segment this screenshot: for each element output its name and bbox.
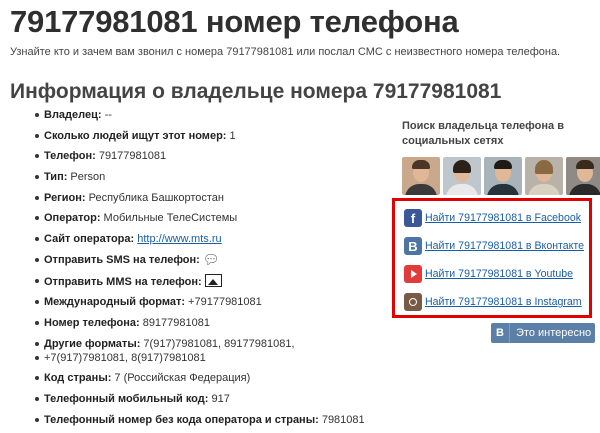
info-item-searchers: Сколько людей ищут этот номер: 1 bbox=[35, 129, 374, 143]
youtube-search-link[interactable]: Найти 79177981081 в Youtube bbox=[425, 268, 573, 280]
avatar[interactable] bbox=[402, 157, 440, 195]
avatar[interactable] bbox=[443, 157, 481, 195]
picture-icon[interactable] bbox=[204, 273, 222, 287]
info-item-country-code: Код страны: 7 (Российская Федерация) bbox=[35, 371, 374, 385]
vkontakte-icon[interactable]: B bbox=[404, 237, 422, 255]
info-item-send-mms: Отправить MMS на телефон: bbox=[35, 273, 374, 289]
info-item-type: Тип: Person bbox=[35, 170, 374, 184]
info-item-owner: Владелец: -- bbox=[35, 108, 374, 122]
avatar[interactable] bbox=[484, 157, 522, 195]
info-item-operator: Оператор: Мобильные ТелеСистемы bbox=[35, 211, 374, 225]
vk-button-label: Это интересно bbox=[516, 327, 592, 339]
info-item-intl-format: Международный формат: +79177981081 bbox=[35, 295, 374, 309]
info-item-send-sms: Отправить SMS на телефон: 💬︎ bbox=[35, 252, 374, 267]
instagram-icon[interactable] bbox=[404, 293, 422, 311]
info-item-region: Регион: Республика Башкортостан bbox=[35, 191, 374, 205]
youtube-icon[interactable] bbox=[404, 265, 422, 283]
facebook-search-link[interactable]: Найти 79177981081 в Facebook bbox=[425, 212, 581, 224]
info-item-operator-site: Сайт оператора: http://www.mts.ru bbox=[35, 232, 374, 246]
info-item-other-formats-cont: +7(917)7981081, 8(917)7981081 bbox=[35, 351, 374, 365]
speech-bubble-icon[interactable]: 💬︎ bbox=[203, 252, 220, 267]
info-item-phone-number: Номер телефона: 89177981081 bbox=[35, 316, 374, 330]
instagram-search-link[interactable]: Найти 79177981081 в Instagram bbox=[425, 296, 582, 308]
social-links-box: f Найти 79177981081 в Facebook B Найти 7… bbox=[392, 198, 592, 318]
info-item-other-formats: Другие форматы: 7(917)7981081, 891779810… bbox=[35, 337, 374, 351]
owner-heading: Информация о владельце номера 7917798108… bbox=[10, 80, 502, 103]
vk-logo-icon: B bbox=[491, 323, 510, 343]
operator-site-link[interactable]: http://www.mts.ru bbox=[137, 233, 221, 245]
info-item-mobile-code: Телефонный мобильный код: 917 bbox=[35, 392, 374, 406]
vkontakte-search-link[interactable]: Найти 79177981081 в Вконтакте bbox=[425, 240, 584, 252]
page-title: 79177981081 номер телефона bbox=[10, 4, 459, 39]
avatar[interactable] bbox=[525, 157, 563, 195]
info-item-phone: Телефон: 79177981081 bbox=[35, 149, 374, 163]
vk-like-button[interactable]: B Это интересно bbox=[491, 323, 595, 343]
owner-info-list: Владелец: -- Сколько людей ищут этот ном… bbox=[35, 108, 374, 433]
social-search-title: Поиск владельца телефона в социальных се… bbox=[402, 120, 564, 147]
facebook-icon[interactable]: f bbox=[404, 209, 422, 227]
intro-text: Узнайте кто и зачем вам звонил с номера … bbox=[10, 46, 561, 58]
avatar[interactable] bbox=[566, 157, 600, 195]
